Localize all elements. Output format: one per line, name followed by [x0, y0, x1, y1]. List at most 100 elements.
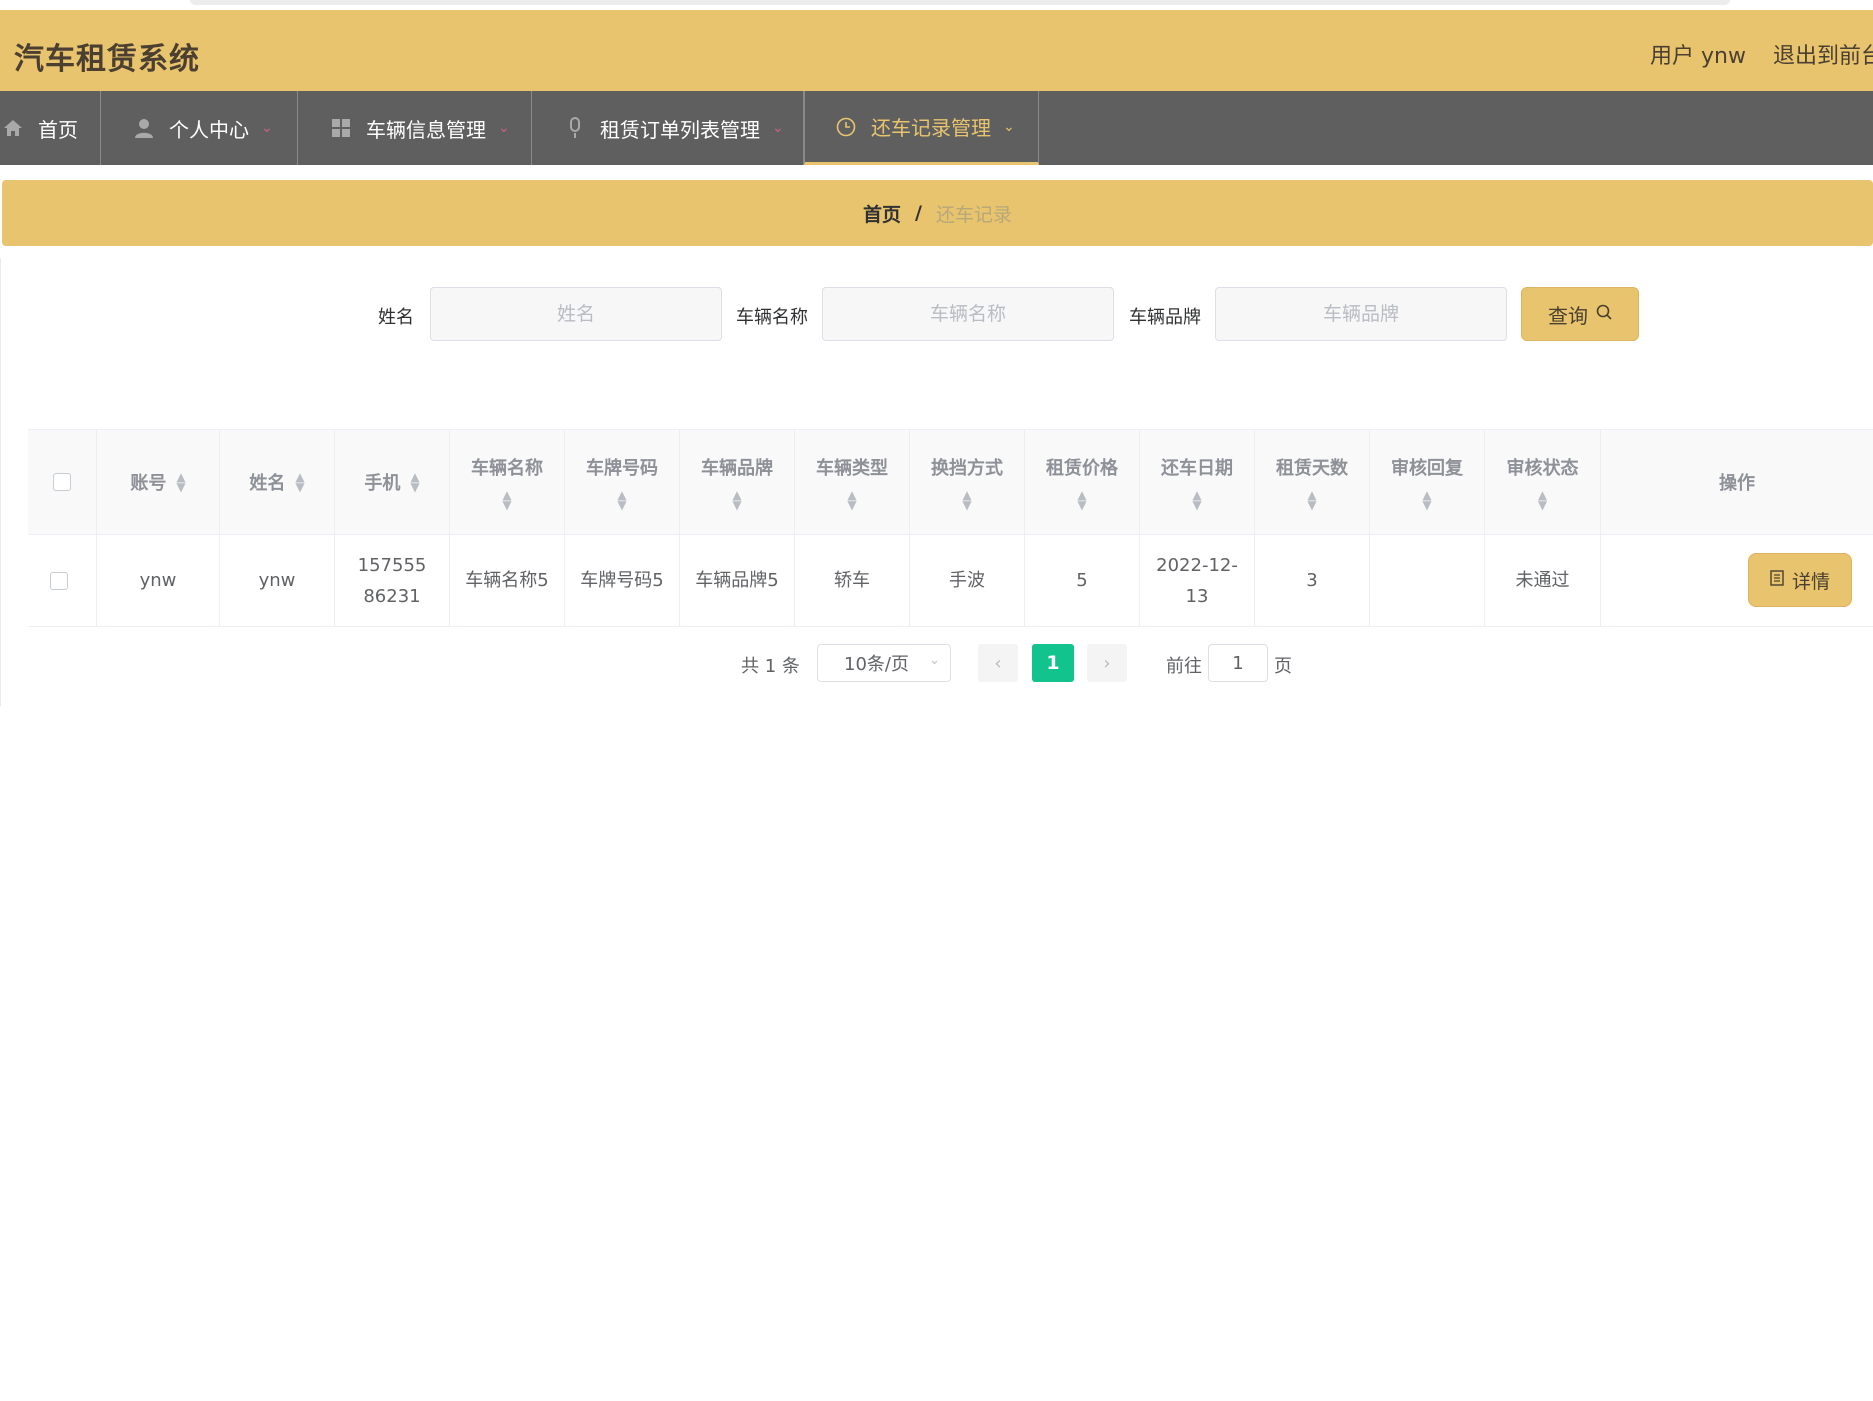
cell-days: 3 [1255, 535, 1370, 626]
cell-plate: 车牌号码5 [565, 535, 680, 626]
select-all-cell [28, 430, 97, 534]
next-page-button[interactable]: › [1087, 644, 1127, 682]
name-search-label: 姓名 [378, 307, 414, 328]
cell-type: 轿车 [795, 535, 910, 626]
name-search-input[interactable] [430, 287, 722, 341]
vehicle-brand-search-input[interactable] [1215, 287, 1507, 341]
page-size-select[interactable]: 10条/页 ⌄ [817, 644, 951, 682]
column-header-return-date[interactable]: 还车日期 ▲ ▼ [1140, 430, 1255, 534]
column-header-type[interactable]: 车辆类型 ▲ ▼ [795, 430, 910, 534]
pagination-total: 共 1 条 [741, 656, 800, 677]
chevron-right-icon: › [1103, 652, 1111, 674]
chevron-down-icon: ⌄ [498, 120, 510, 136]
table-row: ynw ynw 15755586231 车辆名称5 车牌号码5 车辆品牌5 轿车… [28, 535, 1873, 627]
column-header-label: 操作 [1719, 473, 1755, 494]
column-header-account[interactable]: 账号 ▲ ▼ [97, 430, 220, 534]
table-header-row: 账号 ▲ ▼ 姓名 ▲ ▼ 手机 ▲ ▼ 车辆名称 ▲ ▼ 车牌号码 ▲ ▼ 车辆品牌 ▲ ▼ 车辆类型… [28, 429, 1873, 535]
column-header-gear[interactable]: 换挡方式 ▲ ▼ [910, 430, 1025, 534]
page-size-value: 10条/页 [844, 654, 909, 675]
goto-page-unit: 页 [1274, 656, 1292, 677]
sort-icon[interactable]: ▲ ▼ [962, 489, 971, 511]
column-header-label: 审核状态 [1506, 458, 1579, 479]
column-header-review-reply[interactable]: 审核回复 ▲ ▼ [1370, 430, 1485, 534]
main-nav: 首页 个人中心 ⌄ 车辆信息管理 ⌄ 租赁订单列表管理 ⌄ 还车记录管理 ⌄ [0, 91, 1873, 165]
column-header-label: 姓名 [249, 473, 286, 494]
column-header-label: 账号 [130, 473, 167, 494]
goto-label: 前往 [1166, 656, 1202, 677]
scroll-tab [190, 0, 1730, 5]
sort-icon[interactable]: ▲ ▼ [1422, 489, 1431, 511]
column-header-label: 车辆名称 [471, 458, 543, 479]
cell-gear: 手波 [910, 535, 1025, 626]
nav-item-vehicle-info[interactable]: 车辆信息管理 ⌄ [298, 91, 532, 165]
breadcrumb: 首页 / 还车记录 [2, 180, 1873, 246]
chevron-down-icon: ⌄ [261, 120, 273, 136]
cell-review-reply [1370, 535, 1485, 626]
detail-button[interactable]: 详情 [1748, 553, 1852, 607]
detail-button-label: 详情 [1791, 570, 1830, 593]
column-header-price[interactable]: 租赁价格 ▲ ▼ [1025, 430, 1140, 534]
sort-icon[interactable]: ▲ ▼ [502, 489, 511, 511]
sort-icon[interactable]: ▲ ▼ [1077, 489, 1086, 511]
sort-icon[interactable]: ▲ ▼ [1192, 489, 1201, 511]
user-icon [133, 117, 155, 139]
nav-label-home: 首页 [38, 117, 78, 142]
search-icon [1596, 304, 1612, 324]
logout-link[interactable]: 退出到前台 [1773, 38, 1873, 70]
query-button[interactable]: 查询 [1521, 287, 1639, 341]
column-header-plate[interactable]: 车牌号码 ▲ ▼ [565, 430, 680, 534]
home-icon [2, 117, 24, 139]
sort-icon[interactable]: ▲ ▼ [1307, 489, 1316, 511]
app-title: 汽车租赁系统 [14, 42, 200, 77]
column-header-phone[interactable]: 手机 ▲ ▼ [335, 430, 450, 534]
prev-page-button[interactable]: ‹ [978, 644, 1018, 682]
column-header-review-status[interactable]: 审核状态 ▲ ▼ [1485, 430, 1601, 534]
nav-label-rental-orders: 租赁订单列表管理 [600, 117, 760, 142]
column-header-actions: 操作 [1601, 430, 1873, 534]
column-header-label: 还车日期 [1161, 458, 1233, 479]
select-all-checkbox[interactable] [53, 473, 71, 491]
column-header-label: 换挡方式 [931, 458, 1003, 479]
sort-icon[interactable]: ▲ ▼ [295, 471, 304, 493]
column-header-label: 审核回复 [1391, 458, 1463, 479]
column-header-label: 手机 [364, 473, 401, 494]
cell-phone: 15755586231 [335, 535, 450, 626]
sort-icon[interactable]: ▲ ▼ [617, 489, 626, 511]
cell-review-status: 未通过 [1485, 535, 1601, 626]
column-header-label: 租赁价格 [1046, 458, 1118, 479]
sort-icon[interactable]: ▲ ▼ [1538, 489, 1547, 511]
cell-account: ynw [97, 535, 220, 626]
nav-label-vehicle-info: 车辆信息管理 [366, 117, 486, 142]
chevron-left-icon: ‹ [994, 652, 1002, 674]
chevron-down-icon: ⌄ [1003, 118, 1015, 135]
vehicle-name-search-input[interactable] [822, 287, 1114, 341]
chevron-down-icon: ⌄ [929, 653, 940, 668]
document-icon [1770, 570, 1784, 590]
goto-page-input[interactable] [1208, 644, 1268, 682]
breadcrumb-home[interactable]: 首页 [863, 200, 901, 227]
nav-item-home[interactable]: 首页 [0, 91, 101, 165]
cell-vehicle-name: 车辆名称5 [450, 535, 565, 626]
column-header-vehicle-name[interactable]: 车辆名称 ▲ ▼ [450, 430, 565, 534]
breadcrumb-separator: / [915, 202, 922, 224]
page-number-current[interactable]: 1 [1032, 644, 1074, 682]
query-button-label: 查询 [1548, 303, 1588, 328]
browser-top-sliver [0, 0, 1873, 10]
current-user-label: 用户 ynw [1650, 44, 1746, 69]
column-header-name[interactable]: 姓名 ▲ ▼ [220, 430, 335, 534]
chevron-down-icon: ⌄ [772, 120, 784, 136]
column-header-label: 车辆品牌 [701, 458, 773, 479]
nav-item-return-records[interactable]: 还车记录管理 ⌄ [804, 91, 1039, 165]
sort-icon[interactable]: ▲ ▼ [847, 489, 856, 511]
row-checkbox[interactable] [50, 571, 68, 590]
nav-item-personal-center[interactable]: 个人中心 ⌄ [101, 91, 298, 165]
microphone-icon [564, 117, 586, 139]
column-header-days[interactable]: 租赁天数 ▲ ▼ [1255, 430, 1370, 534]
sort-icon[interactable]: ▲ ▼ [176, 471, 185, 493]
column-header-brand[interactable]: 车辆品牌 ▲ ▼ [680, 430, 795, 534]
app-header: 汽车租赁系统 用户 ynw 退出到前台 [0, 10, 1873, 91]
sort-icon[interactable]: ▲ ▼ [732, 489, 741, 511]
column-header-label: 车辆类型 [816, 458, 888, 479]
sort-icon[interactable]: ▲ ▼ [410, 471, 419, 493]
nav-item-rental-orders[interactable]: 租赁订单列表管理 ⌄ [532, 91, 804, 165]
